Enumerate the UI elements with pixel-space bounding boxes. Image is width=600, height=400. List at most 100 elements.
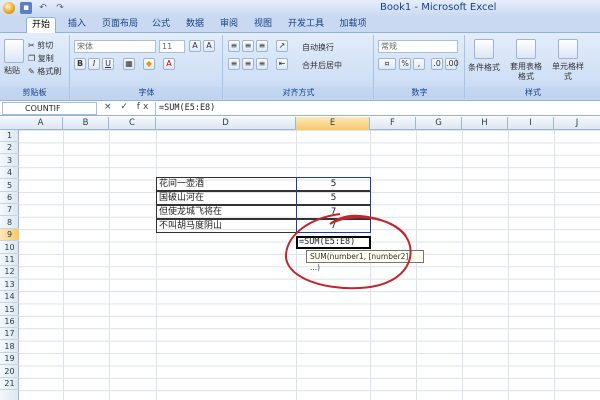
tab-data[interactable]: 数据 [182,17,208,33]
align-bottom-icon[interactable]: ≡ [256,40,268,52]
column-header-b[interactable]: B [63,117,109,130]
name-box[interactable]: COUNTIF [2,102,97,115]
row-header-15[interactable]: 15 [0,304,19,316]
cell-d7[interactable]: 但使龙城飞将在 [156,205,297,219]
tab-view[interactable]: 视图 [250,17,276,33]
column-header-j[interactable]: J [554,117,600,130]
row-header-18[interactable]: 18 [0,341,19,353]
column-headers: A B C D E F G H I J [0,117,600,130]
row-header-14[interactable]: 14 [0,291,19,304]
shrink-font-icon[interactable]: A [203,40,215,52]
row-header-5[interactable]: 5 [0,180,19,192]
grid-line [156,130,157,400]
font-group-label: 字体 [71,87,222,99]
row-header-17[interactable]: 17 [0,328,19,341]
tab-insert[interactable]: 插入 [62,17,92,33]
row-header-13[interactable]: 13 [0,279,19,291]
row-header-12[interactable]: 12 [0,266,19,279]
align-middle-icon[interactable]: ≡ [242,40,254,52]
wrap-text-button[interactable]: 自动换行 [302,42,334,53]
annotation-circle [284,213,412,290]
grow-font-icon[interactable]: A [189,40,201,52]
redo-icon[interactable]: ↷ [54,2,66,14]
comma-button[interactable]: , [413,58,425,70]
tab-page-layout[interactable]: 页面布局 [98,17,142,33]
formula-bar: COUNTIF × ✓ fx =SUM(E5:E8) [0,101,600,116]
styles-group: 条件格式 套用表格格式 单元格样式 样式 [466,35,600,99]
tab-developer[interactable]: 开发工具 [284,17,328,33]
row-header-4[interactable]: 4 [0,167,19,180]
copy-button[interactable]: ❐ 复制 [28,53,54,64]
cell-d8[interactable]: 不叫胡马度阴山 [156,219,297,233]
grid-line [109,130,110,400]
cell-styles-button[interactable]: 单元格样式 [550,62,586,82]
grid-line [554,130,555,400]
align-top-icon[interactable]: ≡ [228,40,240,52]
row-header-10[interactable]: 10 [0,242,19,254]
column-header-f[interactable]: F [370,117,416,130]
row-header-3[interactable]: 3 [0,155,19,167]
row-header-8[interactable]: 8 [0,217,19,229]
row-header-16[interactable]: 16 [0,316,19,328]
row-header-1[interactable]: 1 [0,130,19,142]
fill-color-icon[interactable]: ◆ [143,58,155,70]
column-header-h[interactable]: H [462,117,508,130]
conditional-format-button[interactable]: 条件格式 [468,62,500,73]
decrease-decimal-icon[interactable]: .00 [445,58,459,70]
border-icon[interactable]: ▦ [123,58,135,70]
title-bar: ▪ ↶ ↷ Book1 - Microsoft Excel [0,0,600,17]
underline-button[interactable]: U [102,58,114,70]
font-name-select[interactable]: 宋体 [74,40,156,53]
column-header-e[interactable]: E [296,117,370,130]
orientation-icon[interactable]: ↗ [276,40,288,52]
tab-addins[interactable]: 加载项 [336,17,370,33]
conditional-format-icon[interactable] [474,39,494,59]
paste-icon[interactable] [4,39,24,63]
save-icon[interactable]: ▪ [20,2,32,14]
column-header-c[interactable]: C [109,117,156,130]
align-left-icon[interactable]: ≡ [228,58,240,70]
italic-button[interactable]: I [88,58,100,70]
row-header-7[interactable]: 7 [0,204,19,217]
format-painter-label: 格式刷 [37,67,62,76]
column-header-i[interactable]: I [508,117,554,130]
percent-button[interactable]: % [399,58,411,70]
merge-center-button[interactable]: 合并后居中 [302,60,342,71]
undo-icon[interactable]: ↶ [37,2,49,14]
row-header-6[interactable]: 6 [0,192,19,204]
tab-formulas[interactable]: 公式 [148,17,174,33]
align-center-icon[interactable]: ≡ [242,58,254,70]
currency-icon[interactable]: ¤ [378,58,396,70]
formula-input[interactable]: =SUM(E5:E8) [155,102,595,115]
row-header-2[interactable]: 2 [0,142,19,155]
row-header-11[interactable]: 11 [0,254,19,266]
cell-d6[interactable]: 国破山河在 [156,191,297,205]
tab-review[interactable]: 审阅 [216,17,242,33]
align-right-icon[interactable]: ≡ [256,58,268,70]
row-header-19[interactable]: 19 [0,353,19,366]
column-header-a[interactable]: A [19,117,63,130]
cell-styles-icon[interactable] [558,39,578,59]
row-header-21[interactable]: 21 [0,378,19,390]
row-header-9[interactable]: 9 [0,229,19,242]
decrease-indent-icon[interactable]: ⇤ [276,58,288,70]
column-header-g[interactable]: G [416,117,462,130]
font-group: 宋体 11 A A B I U ▦ ◆ A 字体 [71,35,223,99]
alignment-group: ≡ ≡ ≡ ↗ 自动换行 ≡ ≡ ≡ ⇤ 合并后居中 对齐方式 [224,35,374,99]
cut-button[interactable]: ✂ 剪切 [28,40,53,51]
formula-icons[interactable]: × ✓ fx [104,102,151,112]
bold-button[interactable]: B [74,58,86,70]
paste-button[interactable]: 粘贴 [4,65,20,76]
format-table-button[interactable]: 套用表格格式 [508,62,544,82]
row-header-20[interactable]: 20 [0,366,19,378]
column-header-d[interactable]: D [156,117,296,130]
format-table-icon[interactable] [516,39,536,59]
format-painter-button[interactable]: ✎ 格式刷 [28,66,61,77]
cell-d5[interactable]: 花间一壶酒 [156,177,297,191]
office-button-icon[interactable] [3,2,15,14]
font-size-select[interactable]: 11 [159,40,185,53]
tab-home[interactable]: 开始 [26,17,56,34]
increase-decimal-icon[interactable]: .0 [431,58,443,70]
number-format-select[interactable]: 常规 [378,40,458,53]
font-color-icon[interactable]: A [163,58,175,70]
